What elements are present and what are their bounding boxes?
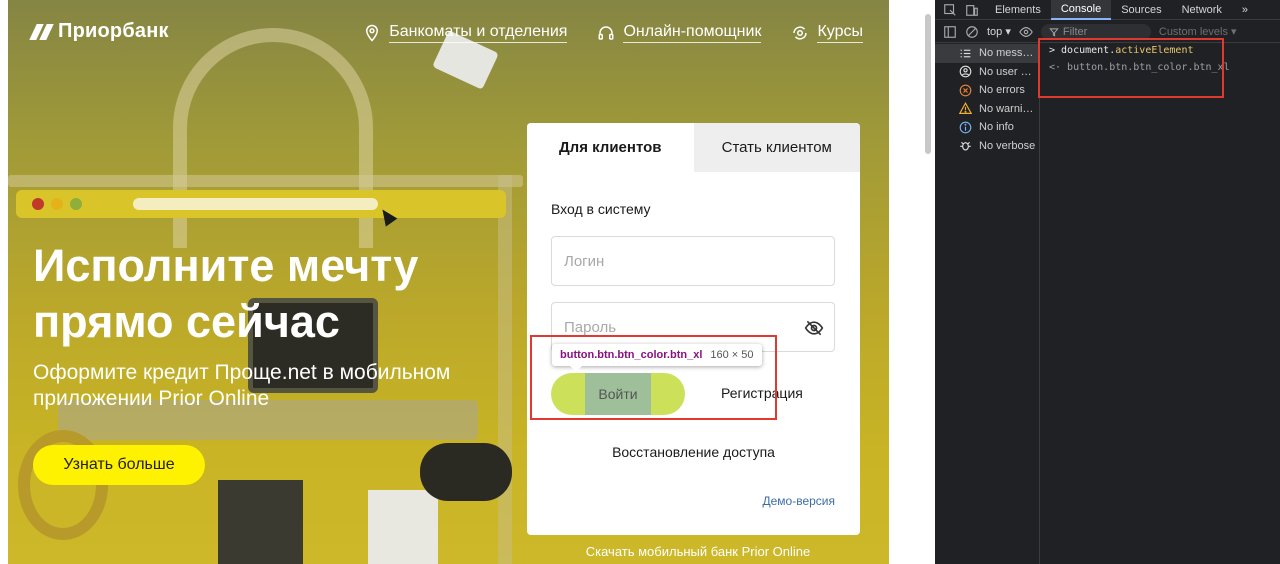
sidebar-item-verbose[interactable]: No verbose bbox=[935, 137, 1039, 156]
window-dot-red bbox=[32, 198, 44, 210]
login-heading: Вход в систему bbox=[551, 201, 651, 217]
sidebar-item-warnings[interactable]: No warni… bbox=[935, 100, 1039, 119]
filter-placeholder: Filter bbox=[1062, 25, 1088, 38]
logo-mark-icon bbox=[29, 23, 54, 40]
top-navigation: Банкоматы и отделения Онлайн-помощник Ку… bbox=[363, 22, 863, 43]
clear-console-icon[interactable] bbox=[965, 25, 979, 39]
sidebar-item-messages[interactable]: No mess… bbox=[935, 44, 1039, 63]
console-output[interactable]: > document.activeElement <· button.btn.b… bbox=[1041, 44, 1280, 564]
tab-sources[interactable]: Sources bbox=[1111, 0, 1171, 20]
sidebar-item-info[interactable]: No info bbox=[935, 118, 1039, 137]
nav-exchange-rates[interactable]: Курсы bbox=[791, 22, 863, 43]
console-sidebar: No mess… No user … No errors No warni… N… bbox=[935, 44, 1040, 564]
login-card: Для клиентов Стать клиентом Вход в систе… bbox=[527, 123, 860, 535]
list-icon bbox=[960, 49, 971, 58]
tab-network[interactable]: Network bbox=[1172, 0, 1232, 20]
tooltip-size: 160 × 50 bbox=[710, 349, 754, 361]
login-tabs: Для клиентов Стать клиентом bbox=[527, 123, 860, 172]
headset-icon bbox=[598, 25, 614, 40]
dark-bag-decoration bbox=[218, 480, 303, 564]
shelf-post-decoration bbox=[498, 175, 512, 564]
tab-become-client[interactable]: Стать клиентом bbox=[693, 123, 860, 172]
user-icon bbox=[959, 65, 972, 78]
white-box-decoration bbox=[368, 490, 438, 564]
tooltip-selector: button.btn.btn_color.btn_xl bbox=[560, 349, 703, 361]
demo-version-link[interactable]: Демо-версия bbox=[762, 494, 835, 508]
sidebar-item-errors[interactable]: No errors bbox=[935, 81, 1039, 100]
log-levels-dropdown[interactable]: Custom levels ▾ bbox=[1159, 25, 1237, 38]
scrollbar[interactable] bbox=[925, 14, 931, 154]
sidebar-label: No warni… bbox=[979, 102, 1034, 115]
sidebar-label: No verbose bbox=[979, 139, 1036, 152]
annotation-box-console bbox=[1038, 38, 1224, 98]
inspect-tooltip: button.btn.btn_color.btn_xl 160 × 50 bbox=[552, 344, 762, 372]
bank-website: Приорбанк Банкоматы и отделения Онлайн-п… bbox=[8, 0, 889, 564]
sidebar-toggle-icon[interactable] bbox=[943, 25, 957, 39]
sidebar-label: No errors bbox=[979, 84, 1025, 97]
devtools-tabs: Elements Console Sources Network » bbox=[935, 0, 1280, 20]
tab-elements[interactable]: Elements bbox=[985, 0, 1051, 20]
info-icon bbox=[959, 121, 972, 134]
nav-online-assistant[interactable]: Онлайн-помощник bbox=[597, 22, 762, 43]
nav-assistant-label: Онлайн-помощник bbox=[623, 22, 762, 43]
device-toggle-icon[interactable] bbox=[965, 3, 979, 17]
gamepad-decoration bbox=[420, 443, 512, 501]
nav-atms-label: Банкоматы и отделения bbox=[389, 22, 568, 43]
context-selector[interactable]: top ▾ bbox=[987, 25, 1011, 38]
tab-for-clients[interactable]: Для клиентов bbox=[527, 123, 694, 172]
window-dot-green bbox=[70, 198, 82, 210]
bank-logo[interactable]: Приорбанк bbox=[29, 20, 169, 43]
error-icon bbox=[959, 84, 972, 97]
more-tabs-icon[interactable]: » bbox=[1232, 0, 1258, 20]
shelf-decoration bbox=[8, 175, 523, 187]
nav-rates-label: Курсы bbox=[817, 22, 863, 43]
login-placeholder: Логин bbox=[564, 252, 605, 270]
tab-console[interactable]: Console bbox=[1050, 0, 1112, 20]
inspect-element-icon[interactable] bbox=[943, 3, 957, 17]
hero-title: Исполните мечту прямо сейчас bbox=[33, 240, 419, 347]
nav-atms-branches[interactable]: Банкоматы и отделения bbox=[363, 22, 568, 43]
warning-icon bbox=[959, 102, 972, 115]
location-pin-icon bbox=[366, 24, 379, 42]
filter-icon bbox=[1049, 27, 1059, 37]
restore-access-link[interactable]: Восстановление доступа bbox=[527, 444, 860, 460]
eye-off-icon[interactable] bbox=[804, 318, 824, 338]
hero-subtitle: Оформите кредит Проще.net в мобильном пр… bbox=[33, 361, 451, 410]
download-app-link[interactable]: Скачать мобильный банк Prior Online bbox=[528, 544, 868, 559]
password-placeholder: Пароль bbox=[564, 318, 617, 336]
sidebar-label: No mess… bbox=[979, 47, 1034, 60]
browser-url-decoration bbox=[133, 198, 378, 210]
eye-icon[interactable] bbox=[1019, 25, 1033, 39]
logo-text: Приорбанк bbox=[58, 20, 169, 42]
window-dot-yellow bbox=[51, 198, 63, 210]
login-input[interactable]: Логин bbox=[551, 236, 835, 286]
sidebar-item-user-messages[interactable]: No user … bbox=[935, 63, 1039, 82]
bug-icon bbox=[960, 142, 971, 151]
exchange-rates-icon bbox=[793, 25, 808, 40]
sidebar-label: No info bbox=[979, 121, 1014, 134]
sidebar-label: No user … bbox=[979, 65, 1032, 78]
learn-more-button[interactable]: Узнать больше bbox=[33, 445, 205, 485]
